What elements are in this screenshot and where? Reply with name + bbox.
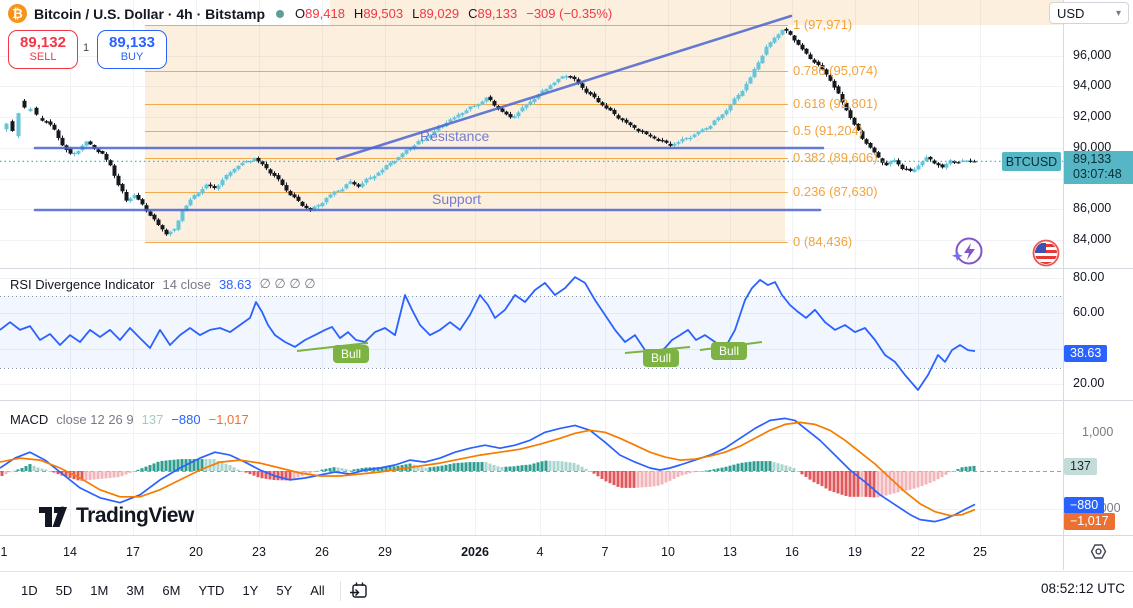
utc-clock[interactable]: 08:52:12 UTC	[1041, 581, 1125, 596]
time-axis-label: 19	[848, 545, 862, 559]
rsi-value: 38.63	[219, 277, 252, 292]
time-axis-label: 1	[1, 545, 8, 559]
range-button-ytd[interactable]: YTD	[191, 580, 231, 601]
macd-macd-badge: −880	[1064, 497, 1104, 514]
fib-level-label[interactable]: 0.618 (92,801)	[793, 96, 878, 111]
last-price-badge: 89,133 03:07:48	[1064, 151, 1133, 184]
currency-selector[interactable]: USD ▾	[1049, 2, 1129, 24]
time-axis-label: 17	[126, 545, 140, 559]
tradingview-logo-icon	[38, 503, 68, 529]
support-label[interactable]: Support	[432, 191, 481, 207]
time-axis-label: 7	[602, 545, 609, 559]
buy-label: BUY	[121, 51, 144, 64]
ohlc-item: L89,029	[412, 6, 459, 21]
fib-level-label[interactable]: 0.786 (95,074)	[793, 63, 878, 78]
range-button-6m[interactable]: 6M	[155, 580, 187, 601]
fib-level-label[interactable]: 0 (84,436)	[793, 234, 852, 249]
ohlc-item: H89,503	[354, 6, 403, 21]
macd-legend[interactable]: MACD close 12 26 9 137 −880 −1,017	[10, 412, 249, 427]
bitcoin-icon: ₿	[8, 4, 27, 23]
fib-level-label[interactable]: 0.5 (91,204)	[793, 123, 863, 138]
rsi-empty-values: ∅ ∅ ∅ ∅	[259, 276, 315, 292]
last-price-value: 89,133	[1073, 152, 1133, 167]
bottom-toolbar: 1D5D1M3M6MYTD1Y5YAll 08:52:12 UTC	[0, 571, 1133, 608]
rsi-value-badge: 38.63	[1064, 345, 1107, 362]
macd-title: MACD	[10, 412, 48, 427]
range-button-1m[interactable]: 1M	[83, 580, 115, 601]
market-status-dot[interactable]	[276, 10, 284, 18]
buy-button[interactable]: 89,133 BUY	[97, 30, 167, 69]
fib-level-label[interactable]: 0.236 (87,630)	[793, 184, 878, 199]
sell-price: 89,132	[20, 35, 66, 51]
fib-level-label[interactable]: 0.382 (89,606)	[793, 150, 878, 165]
time-axis-label: 26	[315, 545, 329, 559]
price-axis-label: 84,000	[1073, 232, 1111, 246]
change-value: −309 (−0.35%)	[526, 6, 612, 21]
range-button-5y[interactable]: 5Y	[269, 580, 299, 601]
resistance-label[interactable]: Resistance	[420, 128, 489, 144]
axis-settings-gear-icon[interactable]	[1090, 543, 1107, 560]
rsi-axis-label: 60.00	[1073, 305, 1104, 319]
time-axis-label: 20	[189, 545, 203, 559]
macd-hist-value: 137	[142, 412, 164, 427]
price-axis-label: 86,000	[1073, 201, 1111, 215]
sell-button[interactable]: 89,132 SELL	[8, 30, 78, 69]
ohlc-item: C89,133	[468, 6, 517, 21]
macd-line-value: −880	[171, 412, 200, 427]
macd-params: close 12 26 9	[56, 412, 133, 427]
time-axis-label: 16	[785, 545, 799, 559]
symbol-price-chip: BTCUSD	[1002, 152, 1061, 171]
macd-signal-value: −1,017	[209, 412, 249, 427]
tradingview-watermark-text: TradingView	[76, 504, 194, 528]
macd-signal-badge: −1,017	[1064, 513, 1115, 530]
chevron-down-icon: ▾	[1116, 8, 1121, 19]
bull-divergence-badge[interactable]: Bull	[711, 342, 747, 360]
time-axis-label: 14	[63, 545, 77, 559]
buy-price: 89,133	[109, 35, 155, 51]
price-axis-label: 92,000	[1073, 109, 1111, 123]
toolbar-divider	[340, 581, 341, 601]
macd-axis-label: 1,000	[1082, 425, 1113, 439]
sell-label: SELL	[30, 51, 57, 64]
price-axis-label: 94,000	[1073, 78, 1111, 92]
tradingview-watermark[interactable]: TradingView	[38, 503, 194, 529]
range-button-1d[interactable]: 1D	[14, 580, 45, 601]
time-axis-label: 13	[723, 545, 737, 559]
rsi-params: 14 close	[163, 277, 211, 292]
date-range-switcher: 1D5D1M3M6MYTD1Y5YAll	[14, 580, 332, 601]
range-button-3m[interactable]: 3M	[119, 580, 151, 601]
bull-divergence-badge[interactable]: Bull	[333, 345, 369, 363]
spread-value: 1	[83, 42, 89, 54]
time-axis-label: 22	[911, 545, 925, 559]
rsi-title: RSI Divergence Indicator	[10, 277, 155, 292]
rsi-legend[interactable]: RSI Divergence Indicator 14 close 38.63 …	[10, 276, 316, 292]
time-axis-label: 29	[378, 545, 392, 559]
tradingview-chart-window: ₿ Bitcoin / U.S. Dollar · 4h · Bitstamp …	[0, 0, 1133, 608]
time-axis-label: 25	[973, 545, 987, 559]
range-button-1y[interactable]: 1Y	[235, 580, 265, 601]
macd-hist-badge: 137	[1064, 458, 1097, 475]
ohlc-item: O89,418	[295, 6, 345, 21]
spark-ai-icon[interactable]	[951, 236, 985, 273]
symbol-header: ₿ Bitcoin / U.S. Dollar · 4h · Bitstamp …	[8, 4, 612, 23]
time-axis-label: 23	[252, 545, 266, 559]
rsi-axis-label: 20.00	[1073, 376, 1104, 390]
bull-divergence-badge[interactable]: Bull	[643, 349, 679, 367]
fib-level-label[interactable]: 1 (97,971)	[793, 17, 852, 32]
ohlc-values: O89,418 H89,503 L89,029 C89,133 −309 (−0.35%…	[295, 6, 612, 21]
symbol-title[interactable]: Bitcoin / U.S. Dollar · 4h · Bitstamp	[34, 6, 265, 22]
price-axis-label: 96,000	[1073, 48, 1111, 62]
time-axis-label: 2026	[461, 545, 489, 559]
time-axis-label: 4	[537, 545, 544, 559]
go-to-date-icon[interactable]	[349, 581, 368, 600]
rsi-axis-label: 80.00	[1073, 270, 1104, 284]
range-button-all[interactable]: All	[303, 580, 331, 601]
us-flag-icon[interactable]	[1032, 239, 1060, 272]
time-axis-label: 10	[661, 545, 675, 559]
bar-countdown: 03:07:48	[1073, 167, 1133, 182]
currency-label: USD	[1057, 6, 1084, 21]
range-button-5d[interactable]: 5D	[49, 580, 80, 601]
